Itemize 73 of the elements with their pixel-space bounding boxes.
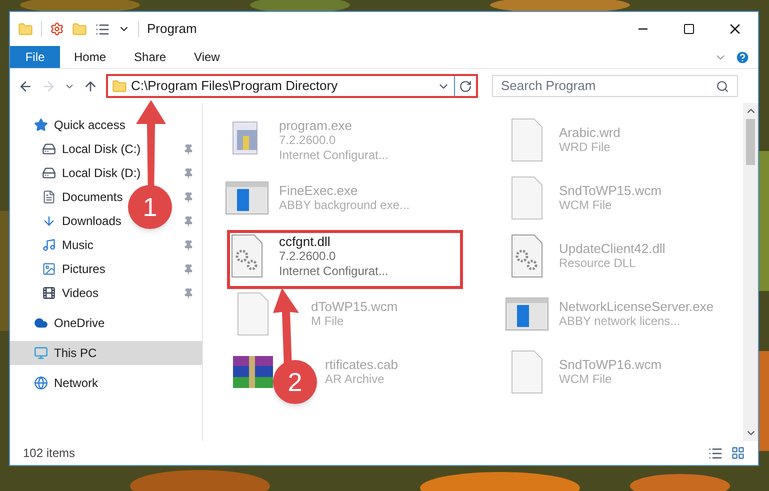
pin-icon[interactable] <box>183 288 194 298</box>
scrollbar[interactable] <box>743 103 758 441</box>
nav-item[interactable]: Videos <box>62 286 98 300</box>
drive-icon <box>42 166 56 180</box>
status-text: 102 items <box>23 445 76 462</box>
properties-icon[interactable] <box>50 22 64 36</box>
drive-icon <box>42 142 56 156</box>
file-name[interactable]: ccfgnt.dll <box>279 234 388 248</box>
archive-icon <box>231 354 275 390</box>
file-detail: ABBY network licens... <box>559 314 682 329</box>
scroll-thumb[interactable] <box>746 119 755 165</box>
nav-item[interactable]: Quick access <box>10 113 202 137</box>
blank-file-icon <box>510 350 544 394</box>
file-detail: ABBY background exe... <box>279 198 410 213</box>
nav-item[interactable]: Pictures <box>62 262 106 276</box>
window-icon <box>505 297 549 331</box>
nav-item[interactable]: OneDrive <box>10 311 202 335</box>
cloud-icon <box>34 316 48 330</box>
window-title: Program <box>147 20 197 38</box>
file-detail: 7.2.2600.0 <box>279 132 336 148</box>
document-icon <box>42 190 56 204</box>
file-detail: M File <box>311 314 345 329</box>
blank-file-icon <box>510 176 544 220</box>
up-icon[interactable] <box>83 78 98 94</box>
nav-item[interactable]: This PC <box>10 341 202 365</box>
folder-icon <box>112 78 127 94</box>
search-field[interactable]: Search Program <box>492 75 738 97</box>
ribbon-tab[interactable]: Share <box>120 46 180 68</box>
pin-icon[interactable] <box>183 144 194 154</box>
file-detail: Internet Configurat... <box>279 264 388 278</box>
picture-icon <box>42 262 56 276</box>
monitor-icon <box>34 346 48 360</box>
nav-item[interactable]: Local Disk (C:) <box>62 142 141 156</box>
film-icon <box>42 286 56 300</box>
globe-icon <box>34 376 48 390</box>
download-icon <box>42 214 56 228</box>
search-input[interactable]: Search Program <box>501 76 716 96</box>
file-detail: WCM File <box>559 372 613 387</box>
view-options-icon[interactable] <box>95 22 110 36</box>
gear-file-icon <box>510 234 544 278</box>
help-icon[interactable] <box>735 50 750 64</box>
nav-item[interactable]: Documents <box>62 190 123 204</box>
refresh-icon[interactable] <box>459 80 472 92</box>
details-view-icon[interactable] <box>708 446 723 460</box>
file-detail: WRD File <box>559 140 612 155</box>
blank-file-icon <box>236 292 270 336</box>
address-path: C:\Program Files\Program Directory <box>131 77 339 96</box>
maximize-icon <box>683 23 695 35</box>
file-detail: WCM File <box>559 198 613 213</box>
large-icons-view-icon[interactable] <box>731 446 745 460</box>
address-field[interactable]: C:\Program Files\Program Directory <box>106 74 478 98</box>
music-note-icon <box>42 238 56 252</box>
pin-icon[interactable] <box>183 264 194 274</box>
file-detail: 7.2.2600.0 <box>279 248 337 264</box>
pin-icon[interactable] <box>183 192 194 202</box>
pin-icon[interactable] <box>183 240 194 250</box>
file-detail: AR Archive <box>325 372 386 387</box>
pin-icon[interactable] <box>183 216 194 226</box>
search-icon[interactable] <box>716 80 729 92</box>
ribbon-tab[interactable]: View <box>180 46 234 68</box>
ribbon-tab[interactable]: Home <box>60 46 120 68</box>
window-icon <box>225 181 269 215</box>
nav-item[interactable]: Network <box>10 371 202 395</box>
back-icon[interactable] <box>18 78 33 94</box>
pin-icon[interactable] <box>183 168 194 178</box>
star-icon <box>34 118 48 132</box>
nav-item[interactable]: Local Disk (D:) <box>62 166 141 180</box>
nav-item[interactable]: Music <box>62 238 94 252</box>
file-detail: Internet Configurat... <box>279 148 388 162</box>
file-detail: Resource DLL <box>559 256 637 271</box>
nav-item[interactable]: Downloads <box>62 214 122 228</box>
gear-file-icon <box>230 234 264 278</box>
blank-file-icon <box>510 118 544 162</box>
